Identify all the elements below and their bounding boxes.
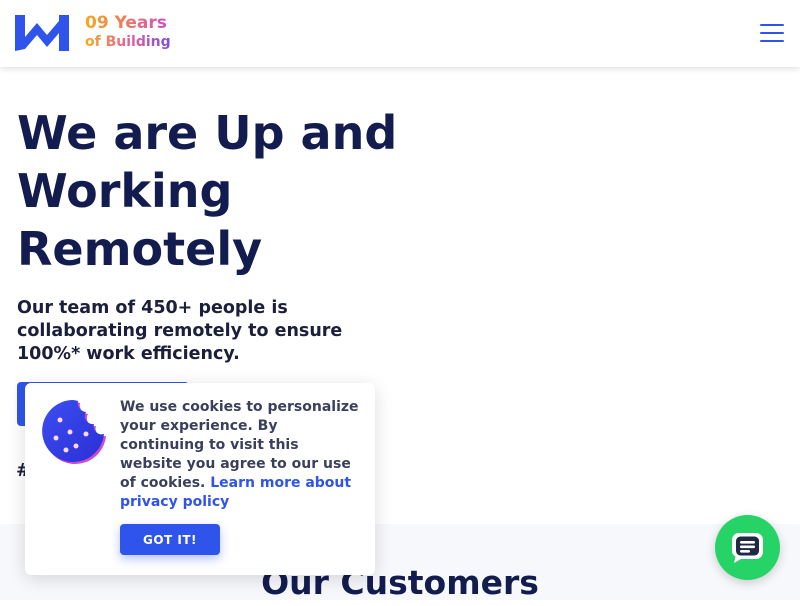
cookie-consent-banner: We use cookies to personalize your exper…: [25, 383, 375, 575]
chat-widget-button[interactable]: [715, 515, 780, 580]
hero-title: We are Up and Working Remotely: [17, 106, 398, 276]
logo-building: of Building: [85, 34, 171, 50]
menu-bar: [760, 24, 784, 26]
w-logo-icon: [15, 15, 69, 51]
hero-subtitle: Our team of 450+ people is collaborating…: [17, 298, 343, 364]
logo-years: 09 Years: [85, 14, 171, 33]
logo-text: 09 Years of Building: [85, 14, 171, 52]
cookie-message: We use cookies to personalize your exper…: [120, 398, 360, 512]
menu-bar: [760, 32, 784, 34]
hamburger-menu-icon[interactable]: [760, 24, 784, 42]
site-logo[interactable]: 09 Years of Building: [15, 14, 171, 52]
cookie-icon: [42, 400, 106, 464]
menu-bar: [760, 40, 784, 42]
site-header: 09 Years of Building: [0, 0, 800, 67]
chat-bubble-icon: [732, 533, 763, 563]
accept-cookies-button[interactable]: GOT IT!: [120, 524, 220, 555]
